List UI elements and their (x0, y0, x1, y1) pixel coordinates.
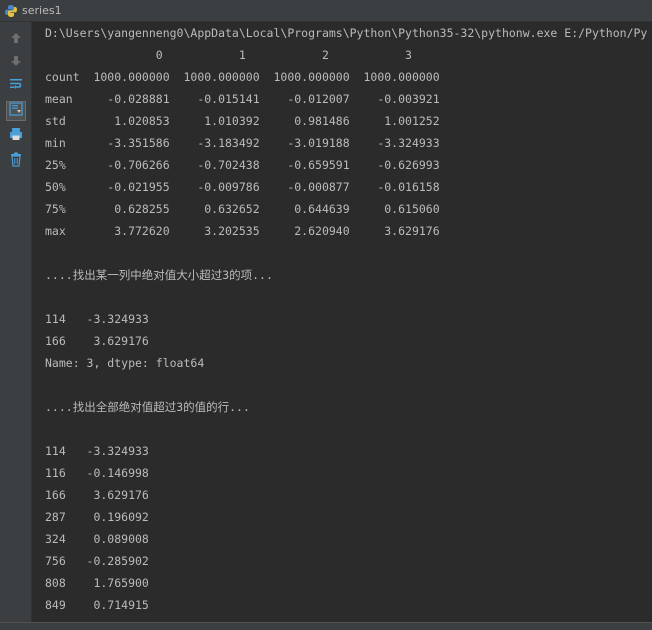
console-line: count 1000.000000 1000.000000 1000.00000… (45, 70, 440, 84)
scroll-to-end-icon (8, 101, 24, 121)
console-output[interactable]: D:\Users\yangenneng0\AppData\Local\Progr… (33, 22, 652, 622)
console-line: Name: 3, dtype: float64 (45, 356, 205, 370)
console-line: 166 3.629176 (45, 334, 149, 348)
console-line: std 1.020853 1.010392 0.981486 1.001252 (45, 114, 440, 128)
console-line: min -3.351586 -3.183492 -3.019188 -3.324… (45, 136, 440, 150)
print-button[interactable] (6, 126, 26, 146)
trash-icon (8, 151, 24, 171)
run-tab-title[interactable]: series1 (22, 4, 62, 17)
console-line: 114 -3.324933 (45, 444, 149, 458)
console-line: 25% -0.706266 -0.702438 -0.659591 -0.626… (45, 158, 440, 172)
rerun-up-button[interactable] (6, 28, 26, 48)
scroll-to-end-button[interactable] (6, 101, 26, 121)
console-line: ....找出全部绝对值超过3的值的行... (45, 400, 250, 414)
arrow-down-icon (10, 52, 22, 71)
console-line: 166 3.629176 (45, 488, 149, 502)
console-line: 116 -0.146998 (45, 466, 149, 480)
console-line: 75% 0.628255 0.632652 0.644639 0.615060 (45, 202, 440, 216)
soft-wrap-icon (8, 76, 24, 96)
run-tab-bar: series1 (0, 0, 652, 22)
console-line: 808 1.765900 (45, 576, 149, 590)
console-line: ....找出某一列中绝对值大小超过3的项... (45, 268, 273, 282)
python-icon (4, 4, 18, 18)
console-line: 114 -3.324933 (45, 312, 149, 326)
console-line: 50% -0.021955 -0.009786 -0.000877 -0.016… (45, 180, 440, 194)
arrow-up-icon (10, 29, 22, 48)
arrow-down-button[interactable] (6, 51, 26, 71)
soft-wrap-button[interactable] (6, 76, 26, 96)
console-line: max 3.772620 3.202535 2.620940 3.629176 (45, 224, 440, 238)
console-toolbar (0, 22, 32, 622)
console-line: D:\Users\yangenneng0\AppData\Local\Progr… (45, 26, 648, 40)
console-line: mean -0.028881 -0.015141 -0.012007 -0.00… (45, 92, 440, 106)
print-icon (8, 126, 24, 146)
console-line: 287 0.196092 (45, 510, 149, 524)
clear-all-button[interactable] (6, 151, 26, 171)
console-line: 0 1 2 3 (45, 48, 412, 62)
console-line: 756 -0.285902 (45, 554, 149, 568)
console-line: 849 0.714915 (45, 598, 149, 612)
bottom-tool-window-bar (0, 622, 652, 630)
console-line: 324 0.089008 (45, 532, 149, 546)
